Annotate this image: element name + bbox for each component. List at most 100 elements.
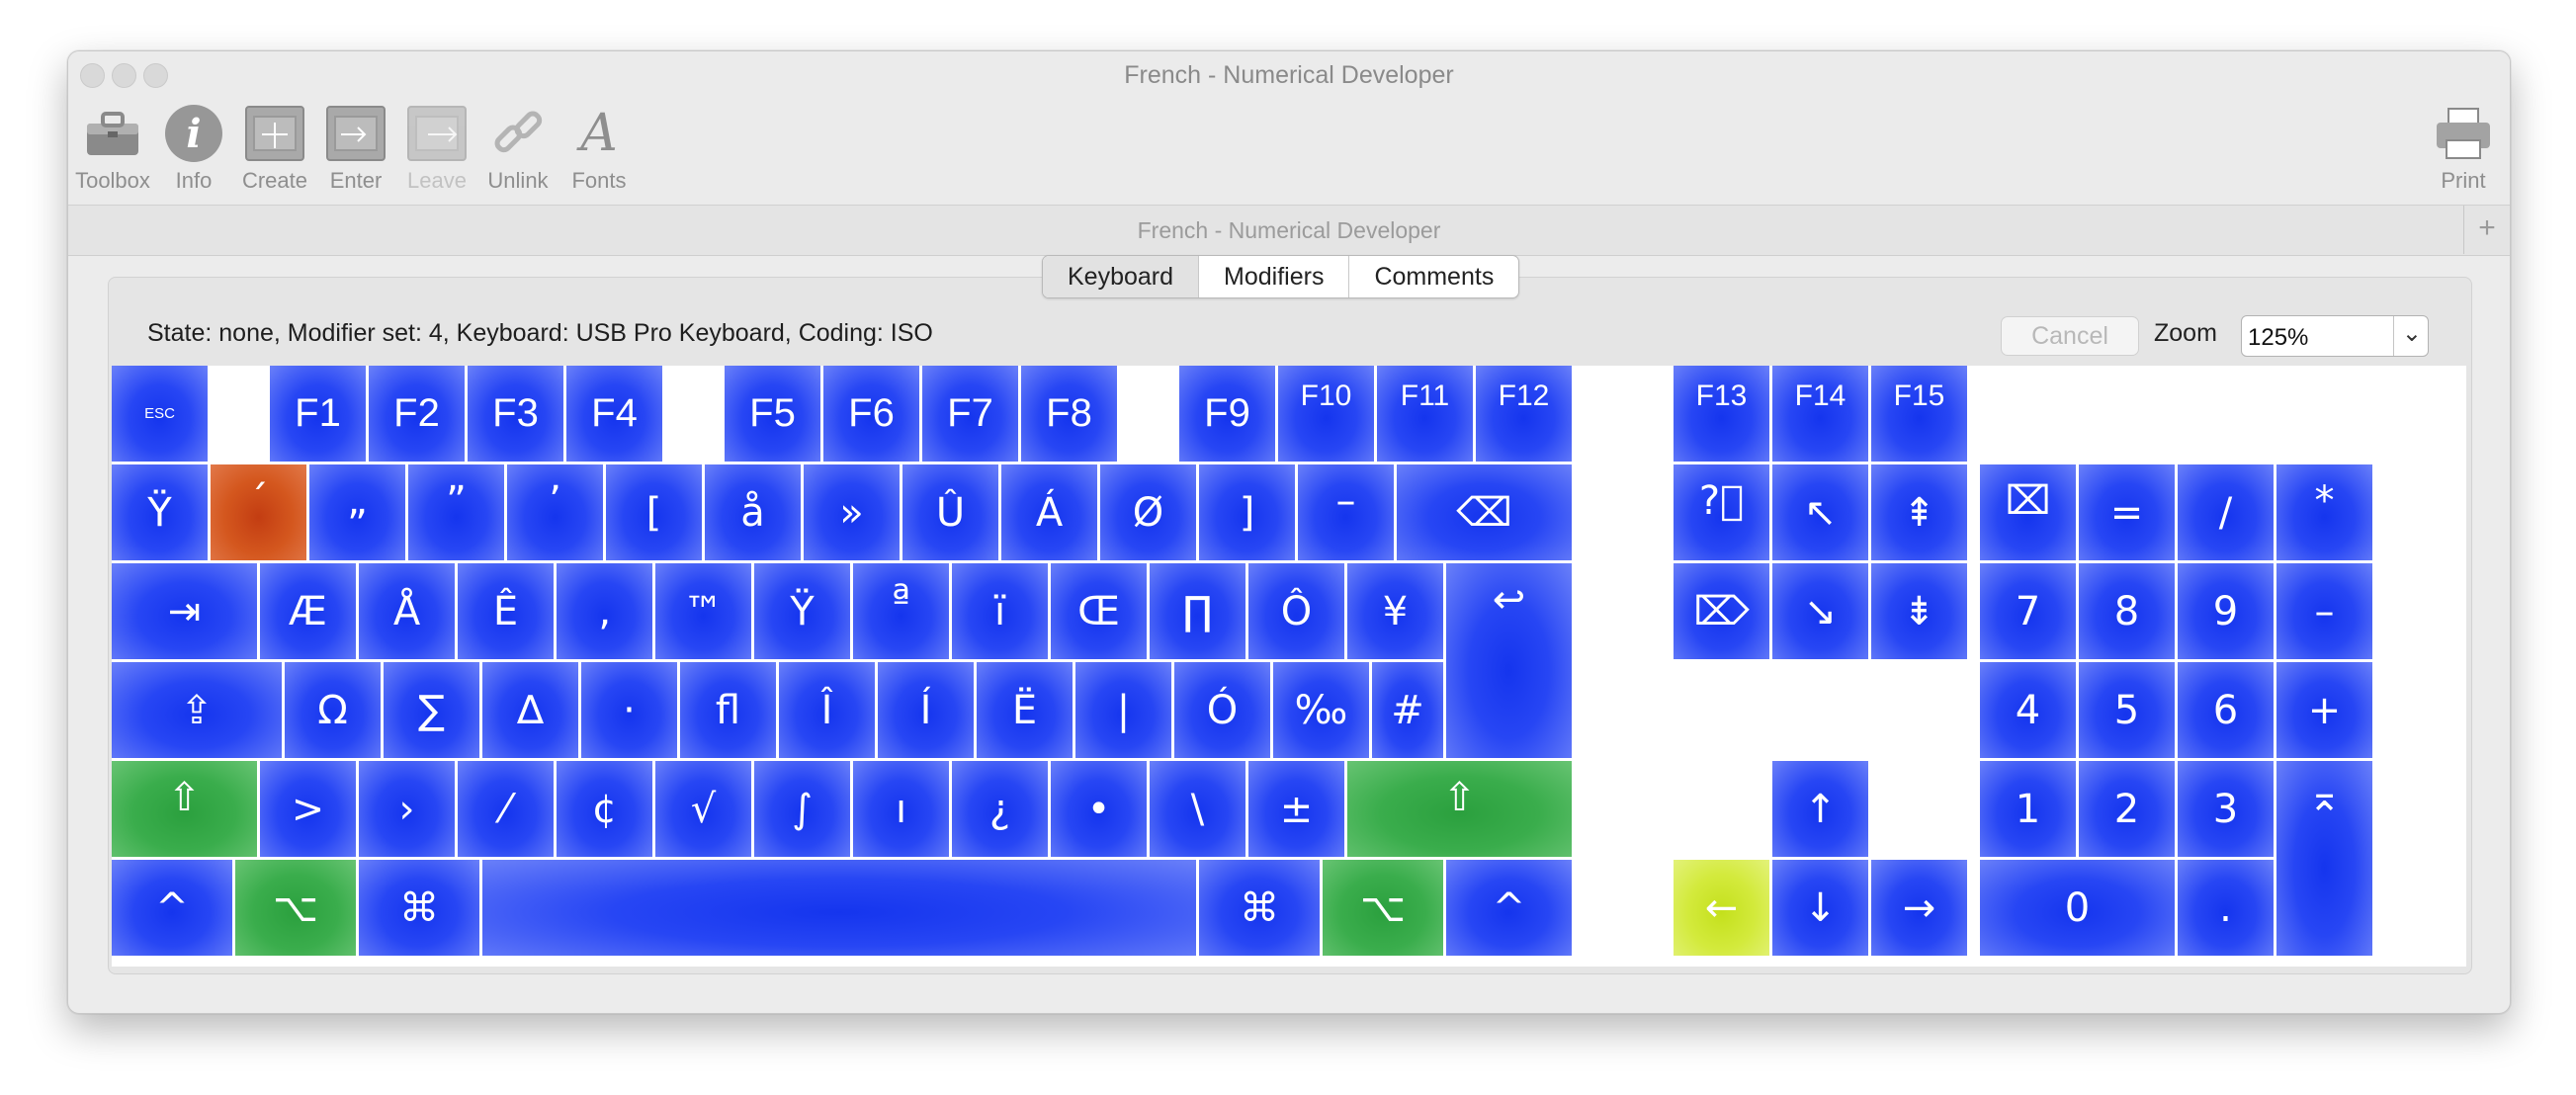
key-page-down[interactable]: ⇟: [1871, 563, 1970, 662]
key-numpad-17[interactable]: .: [2178, 860, 2276, 959]
key-row3-3[interactable]: ∆: [482, 662, 581, 761]
key-option[interactable]: ⌥: [235, 860, 359, 959]
fonts-button[interactable]: A Fonts: [555, 103, 644, 194]
key-left-shift[interactable]: ⇧: [112, 761, 260, 860]
key-row1-0[interactable]: Ÿ: [112, 464, 211, 563]
key-page-up[interactable]: ⇞: [1871, 464, 1970, 563]
add-tab-button[interactable]: +: [2463, 206, 2510, 254]
key-row3-1[interactable]: Ω: [285, 662, 384, 761]
key-row2-3[interactable]: Ê: [458, 563, 557, 662]
key-numpad-1[interactable]: =: [2079, 464, 2178, 563]
key-row3-4[interactable]: ·: [581, 662, 680, 761]
key-f9[interactable]: F9: [1179, 366, 1278, 464]
key-row4-1[interactable]: >: [260, 761, 359, 860]
key-row4-9[interactable]: •: [1051, 761, 1150, 860]
key-f5[interactable]: F5: [725, 366, 823, 464]
key-row2-10[interactable]: ∏: [1150, 563, 1248, 662]
key-row3-11[interactable]: ‰: [1273, 662, 1372, 761]
key-row1-9[interactable]: Á: [1001, 464, 1100, 563]
key-numpad-10[interactable]: 6: [2178, 662, 2276, 761]
key-row2-1[interactable]: Æ: [260, 563, 359, 662]
key-row1-3[interactable]: ”: [408, 464, 507, 563]
key-row2-2[interactable]: Å: [359, 563, 458, 662]
key-row3-5[interactable]: ﬂ: [680, 662, 779, 761]
key-arrow-right[interactable]: →: [1871, 860, 1970, 959]
key-row1-8[interactable]: Û: [902, 464, 1001, 563]
key-f12[interactable]: F12: [1476, 366, 1575, 464]
key-f2[interactable]: F2: [369, 366, 468, 464]
key-numpad-8[interactable]: 4: [1980, 662, 2079, 761]
key-f10[interactable]: F10: [1278, 366, 1377, 464]
key-right-control[interactable]: ^: [1446, 860, 1575, 959]
key-command[interactable]: ⌘: [359, 860, 482, 959]
key-row2-9[interactable]: Œ: [1051, 563, 1150, 662]
key-row3-2[interactable]: ∑: [384, 662, 482, 761]
key-home[interactable]: ↖: [1772, 464, 1871, 563]
key-f11[interactable]: F11: [1377, 366, 1476, 464]
key-row4-2[interactable]: ›: [359, 761, 458, 860]
tab-comments[interactable]: Comments: [1348, 256, 1518, 297]
key-row4-4[interactable]: ¢: [557, 761, 655, 860]
key-arrow-down[interactable]: ↓: [1772, 860, 1871, 959]
key-numpad-4[interactable]: 7: [1980, 563, 2079, 662]
key-help[interactable]: ?⃝: [1674, 464, 1772, 563]
key-numpad-2[interactable]: /: [2178, 464, 2276, 563]
key-f15[interactable]: F15: [1871, 366, 1970, 464]
key-row4-3[interactable]: ⁄: [458, 761, 557, 860]
key-numpad-11[interactable]: +: [2276, 662, 2375, 761]
key-f3[interactable]: F3: [468, 366, 566, 464]
key-f4[interactable]: F4: [566, 366, 665, 464]
key-f7[interactable]: F7: [922, 366, 1021, 464]
key-row4-5[interactable]: √: [655, 761, 754, 860]
toolbox-button[interactable]: Toolbox: [68, 103, 157, 194]
key-numpad-16[interactable]: 0: [1980, 860, 2178, 959]
key-numpad-14[interactable]: 3: [2178, 761, 2276, 860]
key-row1-1[interactable]: ´: [211, 464, 309, 563]
key-row1-12[interactable]: –: [1298, 464, 1397, 563]
enter-button[interactable]: Enter: [311, 103, 400, 194]
key-f13[interactable]: F13: [1674, 366, 1772, 464]
key-f6[interactable]: F6: [823, 366, 922, 464]
key-numpad-13[interactable]: 2: [2079, 761, 2178, 860]
key-space[interactable]: [482, 860, 1199, 959]
key-row3-6[interactable]: Î: [779, 662, 878, 761]
key-row2-4[interactable]: ‚: [557, 563, 655, 662]
key-end[interactable]: ↘: [1772, 563, 1871, 662]
tab-keyboard[interactable]: Keyboard: [1043, 256, 1199, 297]
key-delete[interactable]: ⌫: [1397, 464, 1575, 563]
key-numpad-0[interactable]: ⌧: [1980, 464, 2079, 563]
key-control[interactable]: ^: [112, 860, 235, 959]
key-return[interactable]: ↩: [1446, 563, 1575, 761]
key-right-option[interactable]: ⌥: [1323, 860, 1446, 959]
print-button[interactable]: Print: [2419, 103, 2508, 194]
key-row3-12[interactable]: #: [1372, 662, 1446, 761]
key-numpad-7[interactable]: –: [2276, 563, 2375, 662]
key-row2-5[interactable]: ™: [655, 563, 754, 662]
key-caps-lock[interactable]: ⇪: [112, 662, 285, 761]
key-numpad-6[interactable]: 9: [2178, 563, 2276, 662]
key-row4-7[interactable]: ı: [853, 761, 952, 860]
key-keypad-enter[interactable]: ⌅: [2276, 761, 2375, 959]
key-row2-6[interactable]: Ÿ: [754, 563, 853, 662]
key-row3-8[interactable]: Ë: [977, 662, 1075, 761]
key-row3-7[interactable]: Í: [878, 662, 977, 761]
key-row2-7[interactable]: ª: [853, 563, 952, 662]
key-f8[interactable]: F8: [1021, 366, 1120, 464]
tab-modifiers[interactable]: Modifiers: [1198, 256, 1348, 297]
key-numpad-3[interactable]: *: [2276, 464, 2375, 563]
cancel-button[interactable]: Cancel: [2001, 316, 2139, 356]
leave-button[interactable]: Leave: [392, 103, 481, 194]
key-row4-6[interactable]: ∫: [754, 761, 853, 860]
key-right-shift[interactable]: ⇧: [1347, 761, 1575, 860]
key-right-command[interactable]: ⌘: [1199, 860, 1323, 959]
info-button[interactable]: i Info: [149, 103, 238, 194]
key-row1-4[interactable]: ’: [507, 464, 606, 563]
create-button[interactable]: Create: [230, 103, 319, 194]
key-f1[interactable]: F1: [270, 366, 369, 464]
key-arrow-left[interactable]: ←: [1674, 860, 1772, 959]
key-row3-9[interactable]: |: [1075, 662, 1174, 761]
key-row2-11[interactable]: Ô: [1248, 563, 1347, 662]
key-row4-11[interactable]: ±: [1248, 761, 1347, 860]
key-esc[interactable]: ESC: [112, 366, 211, 464]
key-numpad-12[interactable]: 1: [1980, 761, 2079, 860]
